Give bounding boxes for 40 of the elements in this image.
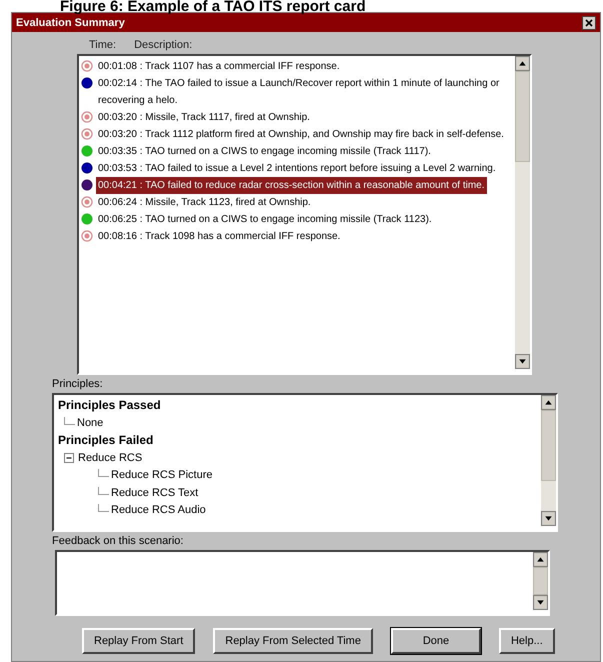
event-entry[interactable]: 00:01:08 : Track 1107 has a commercial IFF response.: [96, 58, 342, 75]
event-entry[interactable]: 00:03:20 : Missile, Track 1117, fired at Ownship.: [96, 109, 312, 126]
tree-line: [64, 416, 75, 424]
dialog-button[interactable]: Replay From Start: [82, 628, 196, 654]
tree-item[interactable]: None: [77, 414, 104, 432]
window-title: Evaluation Summary: [16, 16, 125, 28]
tree-heading[interactable]: Principles Failed: [58, 432, 154, 450]
section-label: Principles:: [52, 378, 104, 390]
tree-line: [98, 469, 109, 477]
tree-item[interactable]: Reduce RCS Audio: [111, 502, 206, 520]
event-entry[interactable]: 00:06:24 : Missile, Track 1123, fired at Ownship.: [96, 194, 313, 211]
scrollbar[interactable]: [515, 56, 530, 369]
figure-caption: Figure 6: Example of a TAO ITS report card: [59, 0, 367, 12]
tree-heading[interactable]: Principles Passed: [58, 397, 161, 414]
dialog-button[interactable]: Replay From Selected Time: [213, 628, 373, 654]
event-entry[interactable]: 00:04:21 : TAO failed to reduce radar cross-section within a reasonable amount of time.: [96, 177, 487, 194]
dialog-button[interactable]: Done: [390, 628, 481, 654]
event-entry[interactable]: 00:03:53 : TAO failed to issue a Level 2 intentions report before issuing a Level 2 warning.: [96, 160, 498, 177]
event-entry[interactable]: 00:03:35 : TAO turned on a CIWS to engage incoming missile (Track 1117).: [96, 143, 433, 160]
tree-item[interactable]: Reduce RCS Picture: [111, 467, 212, 484]
scrollbar-thumb[interactable]: [515, 71, 530, 162]
section-label: Feedback on this scenario:: [52, 535, 184, 547]
tree-line: [98, 486, 109, 494]
scrollbar[interactable]: [533, 552, 548, 610]
event-entry[interactable]: 00:06:25 : TAO turned on a CIWS to engage incoming missile (Track 1123).: [96, 211, 434, 228]
tree-item[interactable]: Reduce RCS: [78, 450, 142, 467]
scrollbar-thumb[interactable]: [533, 567, 548, 595]
collapse-icon[interactable]: [64, 452, 75, 464]
tree-item[interactable]: Reduce RCS Text: [111, 484, 198, 502]
dialog-button[interactable]: Help...: [498, 628, 555, 654]
column-header: Time:: [89, 39, 116, 51]
scrollbar[interactable]: [541, 395, 556, 526]
event-entry[interactable]: 00:03:20 : Track 1112 platform fired at Ownship, and Ownship may fire back in self-defense.: [96, 126, 506, 143]
close-icon[interactable]: [582, 16, 596, 30]
column-header: Description:: [134, 39, 192, 51]
tree-line: [98, 504, 109, 512]
event-entry[interactable]: 00:02:14 : The TAO failed to issue a Launch/Recover report within 1 minute of launching or recovering a helo.: [96, 75, 513, 109]
feedback-field[interactable]: [55, 550, 550, 616]
scrollbar-thumb[interactable]: [541, 410, 556, 481]
event-entry[interactable]: 00:08:16 : Track 1098 has a commercial IFF response.: [96, 228, 342, 245]
